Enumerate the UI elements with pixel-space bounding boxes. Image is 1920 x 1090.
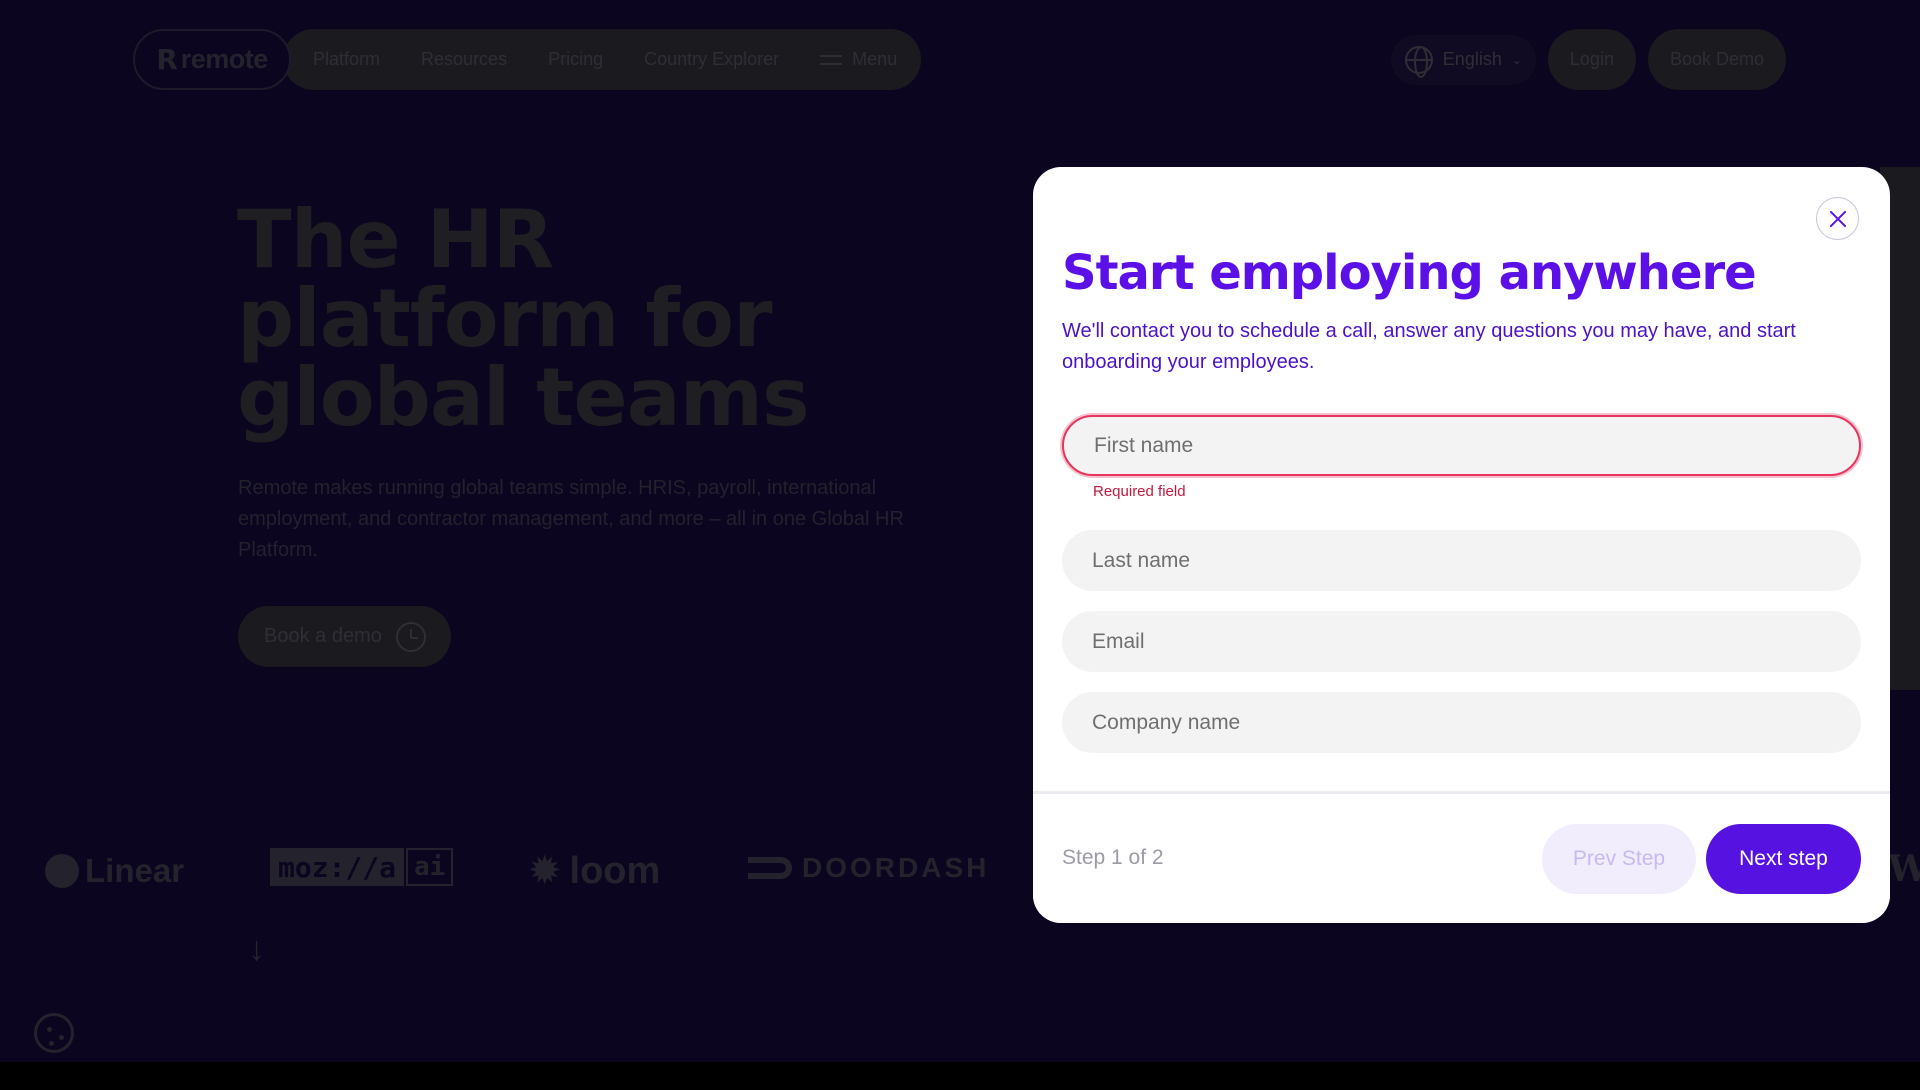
last-name-field[interactable] — [1062, 530, 1861, 591]
logo-link[interactable]: R remote — [133, 29, 291, 90]
linear-logo-text: Linear — [85, 852, 185, 889]
modal-title: Start employing anywhere — [1062, 245, 1757, 301]
demo-request-modal: Start employing anywhere We'll contact y… — [1033, 167, 1890, 923]
book-demo-nav-button[interactable]: Book Demo — [1647, 29, 1786, 90]
company-name-field[interactable] — [1062, 692, 1861, 753]
globe-icon — [1404, 45, 1433, 78]
arrow-down-icon[interactable]: ↓ — [248, 930, 265, 969]
bottom-strip — [0, 1062, 1920, 1090]
step-indicator: Step 1 of 2 — [1062, 846, 1164, 869]
remote-logo-icon: R — [156, 43, 178, 76]
doordash-logo: DOORDASH — [748, 852, 989, 884]
nav-link-country-explorer[interactable]: Country Explorer — [644, 49, 779, 70]
doordash-logo-text: DOORDASH — [802, 852, 990, 883]
close-button[interactable] — [1816, 197, 1859, 240]
hamburger-icon — [820, 54, 843, 65]
menu-label: Menu — [852, 49, 898, 69]
doordash-mark-icon — [748, 857, 792, 879]
loom-logo: ✹ loom — [528, 848, 660, 894]
email-field[interactable] — [1062, 611, 1861, 672]
loom-logo-text: loom — [569, 849, 661, 892]
book-a-demo-button[interactable]: Book a demo — [238, 606, 451, 667]
next-step-button[interactable]: Next step — [1706, 824, 1861, 894]
login-button[interactable]: Login — [1547, 29, 1636, 90]
loom-mark-icon: ✹ — [528, 849, 562, 893]
book-a-demo-label: Book a demo — [264, 625, 382, 647]
language-selector[interactable]: English ⌄ — [1390, 34, 1536, 85]
nav-link-resources[interactable]: Resources — [421, 49, 507, 70]
linear-mark-icon — [45, 854, 79, 888]
linear-logo: Linear — [45, 852, 184, 890]
first-name-field[interactable] — [1062, 415, 1861, 476]
modal-description: We'll contact you to schedule a call, an… — [1062, 320, 1796, 373]
mozilla-ai-text: ai — [406, 848, 454, 886]
language-label: English — [1442, 49, 1502, 69]
nav-link-pricing[interactable]: Pricing — [548, 49, 603, 70]
nav-links: Platform Resources Pricing Country Explo… — [283, 29, 922, 90]
chevron-down-icon: ⌄ — [1511, 52, 1522, 67]
clock-icon — [395, 621, 426, 652]
menu-button[interactable]: Menu — [820, 49, 897, 70]
partial-logo: W — [1888, 848, 1920, 890]
first-name-error: Required field — [1093, 483, 1186, 500]
nav-actions: English ⌄ Login Book Demo — [1390, 29, 1786, 90]
nav-link-platform[interactable]: Platform — [313, 49, 380, 70]
mozilla-ai-logo: moz://a ai — [270, 848, 454, 886]
close-icon — [1829, 210, 1847, 228]
mozilla-logo-text: moz://a — [270, 848, 405, 886]
hero-title: The HR platform for global teams — [237, 193, 810, 444]
cookie-icon[interactable] — [34, 1013, 74, 1053]
hero-subtitle: Remote makes running global teams simple… — [238, 477, 904, 561]
logo-text: remote — [180, 44, 269, 74]
prev-step-button[interactable]: Prev Step — [1542, 824, 1696, 894]
top-nav: R remote Platform Resources Pricing Coun… — [133, 29, 922, 90]
modal-footer: Step 1 of 2 Prev Step Next step — [1033, 791, 1890, 923]
